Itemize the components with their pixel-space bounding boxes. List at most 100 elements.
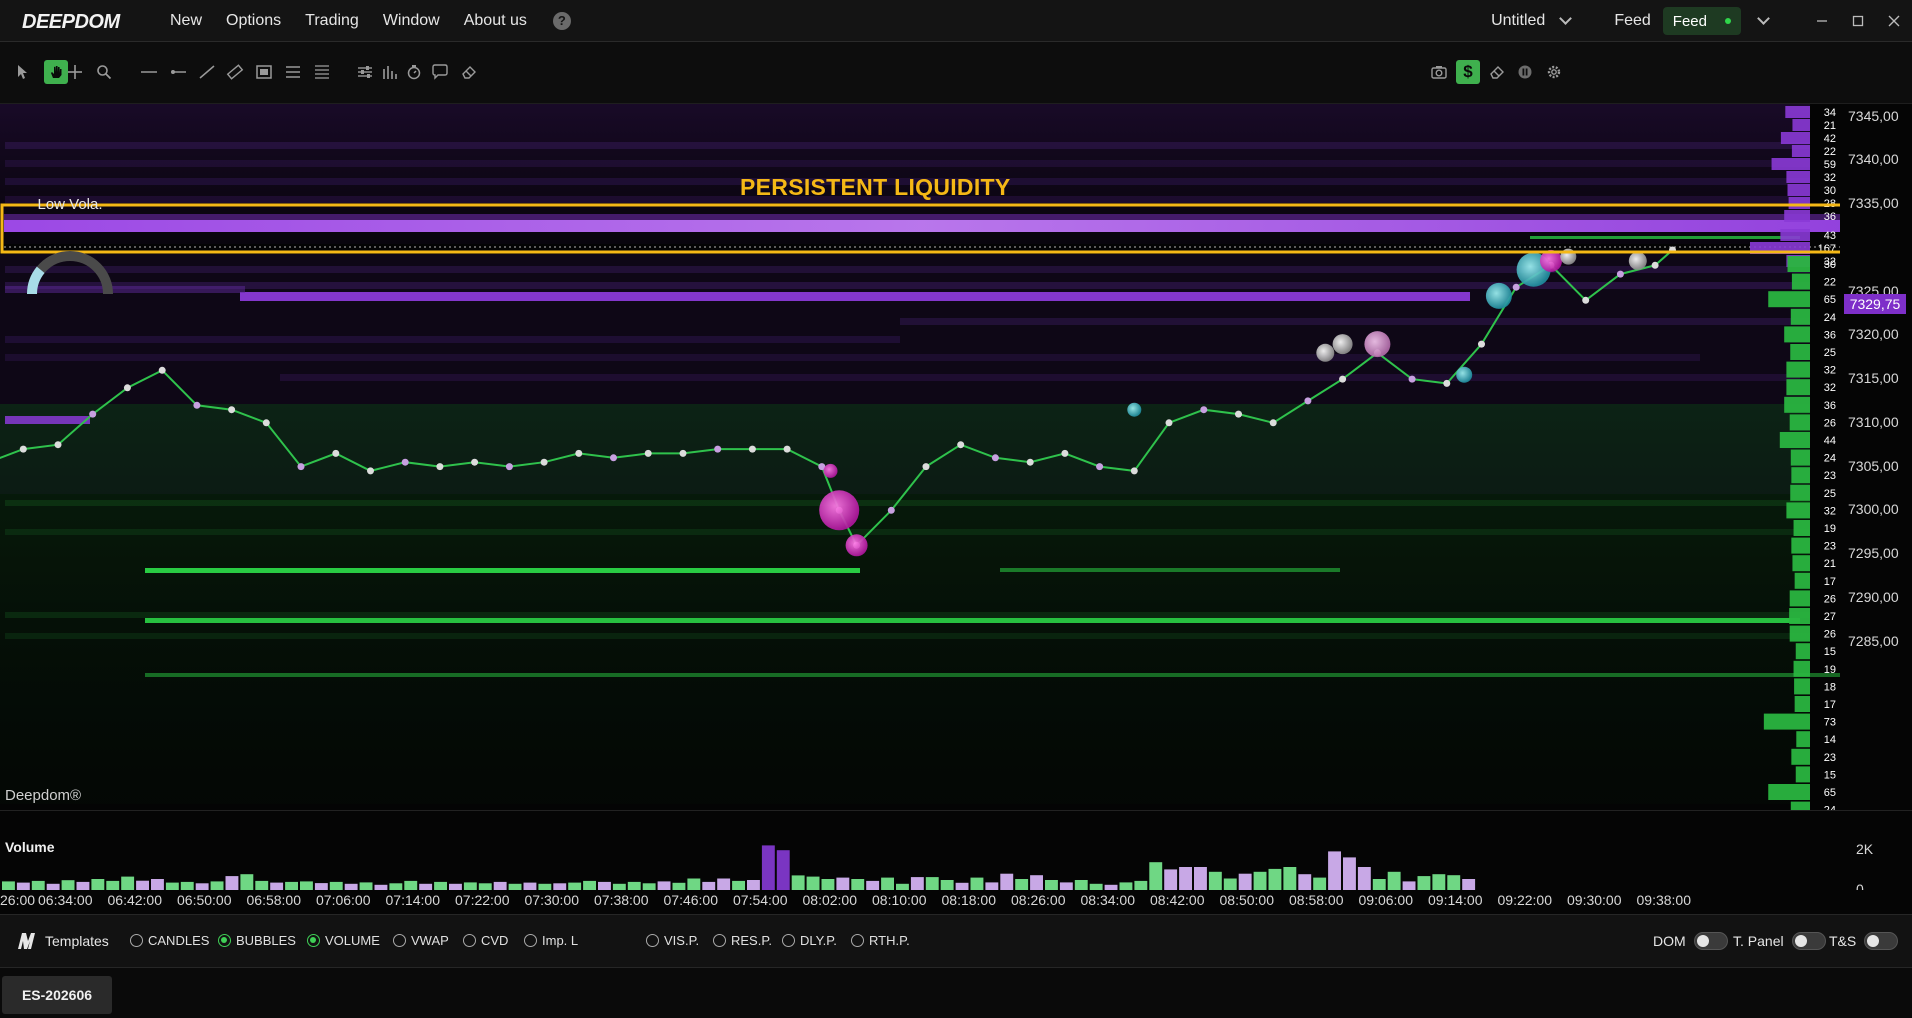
profile-option-visp[interactable]: VIS.P. xyxy=(646,933,699,948)
toggle-dom-switch[interactable] xyxy=(1693,932,1728,950)
close-window-icon[interactable] xyxy=(1876,0,1912,42)
toggle-dom[interactable]: DOM xyxy=(1653,932,1728,950)
template-option-candles[interactable]: CANDLES xyxy=(130,933,209,948)
template-option-bubbles[interactable]: BUBBLES xyxy=(218,933,296,948)
toggle-ts-switch[interactable] xyxy=(1864,932,1899,950)
radio-icon[interactable] xyxy=(463,934,476,947)
instrument-tab[interactable]: ES-202606 xyxy=(2,976,112,1014)
dom-bid-size: 26 xyxy=(1824,417,1836,429)
trade-bubble xyxy=(1485,282,1512,309)
logo-text: DEEPDOM xyxy=(22,11,121,33)
radio-icon[interactable] xyxy=(646,934,659,947)
time-tick: 07:30:00 xyxy=(524,892,580,908)
dom-bid-bar xyxy=(1793,520,1810,536)
menu-new[interactable]: New xyxy=(170,12,202,30)
radio-icon[interactable] xyxy=(851,934,864,947)
maximize-window-icon[interactable] xyxy=(1840,0,1876,42)
dom-ask-size: 22 xyxy=(1824,146,1836,158)
ray-icon[interactable] xyxy=(166,60,190,84)
radio-icon[interactable] xyxy=(713,934,726,947)
radio-icon[interactable] xyxy=(130,934,143,947)
toggle-ts[interactable]: T&S xyxy=(1829,932,1899,950)
menu-options[interactable]: Options xyxy=(226,12,281,30)
price-point xyxy=(887,506,895,514)
template-option-cvd[interactable]: CVD xyxy=(463,933,508,948)
workspace-selector[interactable]: Untitled xyxy=(1491,12,1573,30)
template-option-volume[interactable]: VOLUME xyxy=(307,933,380,948)
dom-ask-bar xyxy=(1786,171,1810,183)
price-point xyxy=(1651,261,1659,269)
dom-bid-size: 26 xyxy=(1824,593,1836,605)
profile-option-dlyp[interactable]: DLY.P. xyxy=(782,933,837,948)
rectangle-icon[interactable] xyxy=(252,60,276,84)
volume-bar xyxy=(970,877,984,891)
radio-icon[interactable] xyxy=(782,934,795,947)
comment-icon[interactable] xyxy=(428,60,452,84)
minimize-window-icon[interactable] xyxy=(1804,0,1840,42)
radio-icon[interactable] xyxy=(393,934,406,947)
crosshair-icon[interactable] xyxy=(63,60,87,84)
gear-icon[interactable] xyxy=(1542,60,1566,84)
price-point xyxy=(1478,340,1485,348)
price-axis[interactable]: 7345,00 7340,00 7335,00 7325,00 7320,00 7315,… xyxy=(1840,104,1912,810)
dollar-icon[interactable]: $ xyxy=(1456,60,1480,84)
dom-bid-bar xyxy=(1789,608,1810,624)
zoom-icon[interactable] xyxy=(92,60,116,84)
dom-bid-bar xyxy=(1763,713,1810,730)
pointer-icon[interactable] xyxy=(10,60,34,84)
templates-label[interactable]: Templates xyxy=(45,933,109,949)
dom-bid-bar xyxy=(1790,484,1810,501)
trend-line-icon[interactable] xyxy=(195,60,219,84)
templates-logo-icon[interactable] xyxy=(16,931,36,951)
volume-profile-icon[interactable] xyxy=(378,60,402,84)
toggle-t-panel[interactable]: T. Panel xyxy=(1733,932,1826,950)
ruler-icon[interactable] xyxy=(223,60,247,84)
persistent-liquidity-level xyxy=(4,220,1840,232)
price-tick: 7290,00 xyxy=(1848,588,1899,605)
dom-bid-bar xyxy=(1789,414,1810,431)
heatmap-chart[interactable]: 34 21 42 22 59 32 30 28 36 43 167 32 30 22 65 24 36 25 32 3… xyxy=(0,104,1840,810)
toggle-t-panel-switch[interactable] xyxy=(1791,932,1826,950)
menu-window[interactable]: Window xyxy=(383,12,440,30)
profile-option-rthp[interactable]: RTH.P. xyxy=(851,933,910,948)
menu-trading[interactable]: Trading xyxy=(305,12,359,30)
horizontal-line-icon[interactable] xyxy=(137,60,161,84)
camera-icon[interactable] xyxy=(1427,60,1451,84)
radio-icon[interactable] xyxy=(524,934,537,947)
volume-bar xyxy=(1030,875,1043,891)
template-option-impl[interactable]: Imp. L xyxy=(524,933,578,948)
eraser-all-icon[interactable] xyxy=(1485,60,1509,84)
time-tick: 08:02:00 xyxy=(802,892,858,908)
menu-about-us[interactable]: About us xyxy=(464,12,527,30)
radio-icon[interactable] xyxy=(307,934,320,947)
price-point xyxy=(1269,419,1277,427)
volume-bar xyxy=(1328,851,1341,891)
dom-ask-size: 43 xyxy=(1824,230,1836,242)
price-tick: 7345,00 xyxy=(1848,107,1899,124)
lines-icon[interactable] xyxy=(281,60,305,84)
pause-icon[interactable] xyxy=(1513,60,1537,84)
profile-option-resp[interactable]: RES.P. xyxy=(713,933,772,948)
time-tick: 07:54:00 xyxy=(733,892,788,908)
time-axis[interactable]: 26:00 06:34:00 06:42:00 06:50:00 06:58:00 07:… xyxy=(0,890,1912,912)
ask-liquidity-level xyxy=(5,416,90,424)
eraser-icon[interactable] xyxy=(457,60,481,84)
settings-sliders-icon[interactable] xyxy=(353,60,377,84)
help-icon[interactable]: ? xyxy=(552,11,571,30)
price-point xyxy=(1165,419,1173,427)
volume-bar xyxy=(1298,874,1312,891)
trade-bubble xyxy=(1127,402,1142,417)
volume-bar xyxy=(1447,875,1461,891)
radio-icon[interactable] xyxy=(218,934,231,947)
dom-ask-bar xyxy=(1788,197,1810,209)
dom-bid-size: 22 xyxy=(1824,277,1836,289)
feed-chevron-down-icon[interactable] xyxy=(1757,12,1770,25)
dom-bid-bar xyxy=(1793,660,1810,677)
fib-icon[interactable] xyxy=(310,60,334,84)
ask-liquidity-level xyxy=(5,142,1810,149)
dom-bid-bar xyxy=(1795,643,1810,660)
template-option-vwap[interactable]: VWAP xyxy=(393,933,449,948)
feed-status-button[interactable]: Feed xyxy=(1662,7,1741,35)
timer-icon[interactable] xyxy=(402,60,426,84)
dom-bid-bar xyxy=(1791,537,1810,554)
